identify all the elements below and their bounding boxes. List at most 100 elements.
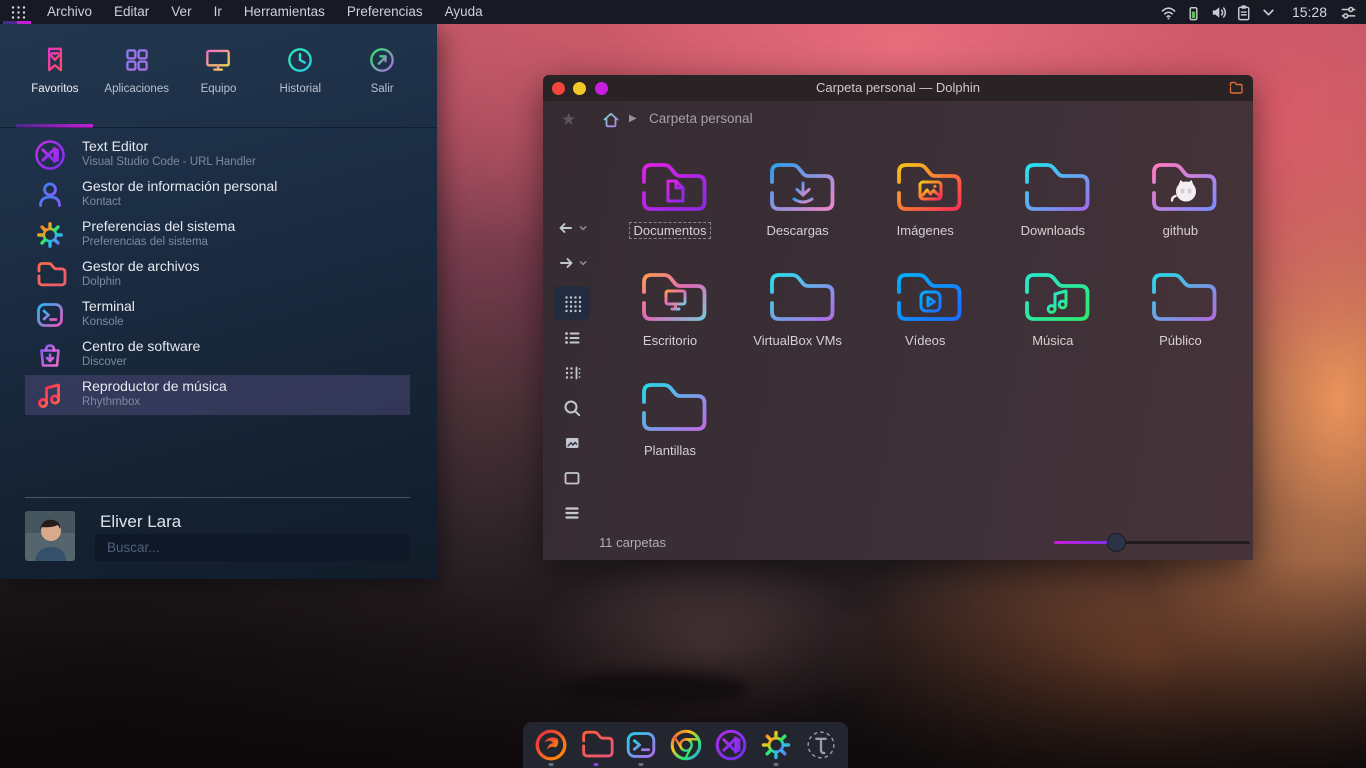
menu-icon-glyph — [562, 503, 582, 523]
clock[interactable]: 15:28 — [1292, 4, 1327, 20]
menu-herramientas[interactable]: Herramientas — [233, 0, 336, 24]
app-subtitle: Rhythmbox — [82, 396, 140, 408]
avatar[interactable] — [25, 511, 75, 561]
contacts-icon — [33, 178, 67, 212]
clipboard-icon-glyph — [1234, 3, 1253, 22]
app-grid-icon — [121, 44, 153, 76]
files-icon[interactable] — [573, 722, 618, 768]
launcher-grid-icon[interactable] — [0, 0, 36, 24]
tab-salir[interactable]: Salir — [341, 32, 423, 128]
menubar-items: ArchivoEditarVerIrHerramientasPreferenci… — [36, 0, 494, 24]
folder-label: Downloads — [1016, 222, 1090, 239]
tab-favoritos[interactable]: Favoritos — [14, 32, 96, 128]
window-titlebar[interactable]: Carpeta personal — Dolphin — [543, 75, 1253, 101]
folder-escritorio[interactable]: Escritorio — [606, 265, 734, 369]
running-indicator — [773, 763, 778, 766]
running-indicator — [638, 763, 643, 766]
home-glyph — [601, 110, 621, 130]
folder-icon — [632, 265, 708, 327]
tweaks-icon[interactable] — [1338, 2, 1358, 22]
breadcrumb[interactable]: Carpeta personal — [649, 111, 753, 126]
zoom-slider[interactable] — [1054, 541, 1250, 545]
menu-archivo[interactable]: Archivo — [36, 0, 103, 24]
window-app-icon — [1228, 80, 1244, 96]
running-indicator — [548, 763, 553, 766]
app-subtitle: Preferencias del sistema — [82, 236, 208, 248]
folder-icon — [1015, 155, 1091, 217]
music-player-icon — [33, 378, 67, 412]
folder-icon — [887, 155, 963, 217]
folder-v-deos[interactable]: Vídeos — [861, 265, 989, 369]
forward-icon-glyph — [556, 253, 576, 273]
tab-historial[interactable]: Historial — [259, 32, 341, 128]
back-icon-glyph — [556, 218, 576, 238]
tab-aplicaciones[interactable]: Aplicaciones — [96, 32, 178, 128]
settings-dock-icon[interactable] — [753, 722, 798, 768]
search-icon[interactable] — [543, 396, 600, 420]
compact-view-icon[interactable] — [543, 361, 600, 385]
app-title: Terminal — [82, 298, 135, 314]
menu-ayuda[interactable]: Ayuda — [434, 0, 494, 24]
window-title: Carpeta personal — Dolphin — [543, 75, 1253, 101]
folder-descargas[interactable]: Descargas — [734, 155, 862, 259]
app-subtitle: Kontact — [82, 196, 121, 208]
split-view-icon-glyph — [562, 468, 582, 488]
files-icon-glyph — [577, 726, 615, 764]
running-indicator — [593, 763, 598, 766]
konsole-icon[interactable] — [618, 722, 663, 768]
statusbar: 11 carpetas — [543, 526, 1253, 560]
leave-icon — [366, 44, 398, 76]
menu-icon[interactable] — [543, 501, 600, 525]
menu-editar[interactable]: Editar — [103, 0, 160, 24]
folder-virtualbox-vms[interactable]: VirtualBox VMs — [734, 265, 862, 369]
app-item-preferencias-del-sistema[interactable]: Preferencias del sistema Preferencias de… — [25, 215, 410, 255]
firefox-icon[interactable] — [528, 722, 573, 768]
menu-ver[interactable]: Ver — [160, 0, 202, 24]
app-item-kontact[interactable]: Gestor de información personal Kontact — [25, 175, 410, 215]
folder-github[interactable]: github — [1116, 155, 1244, 259]
icons-view-icon[interactable] — [543, 291, 600, 315]
folder-im-genes[interactable]: Imágenes — [861, 155, 989, 259]
settings-dock-icon-glyph — [757, 726, 795, 764]
app-title: Preferencias del sistema — [82, 218, 235, 234]
home-icon[interactable] — [601, 110, 621, 130]
latte-dock-icon[interactable] — [798, 722, 843, 768]
bookmark-star-icon[interactable]: ★ — [561, 110, 576, 130]
tab-equipo[interactable]: Equipo — [178, 32, 260, 128]
folder-p-blico[interactable]: Público — [1116, 265, 1244, 369]
split-view-icon[interactable] — [543, 466, 600, 490]
back-icon[interactable] — [543, 216, 600, 240]
volume-icon[interactable] — [1209, 2, 1229, 22]
folder-label: Descargas — [762, 222, 834, 239]
forward-icon[interactable] — [543, 251, 600, 275]
app-item-dolphin[interactable]: Gestor de archivos Dolphin — [25, 255, 410, 295]
network-wifi-icon[interactable] — [1159, 2, 1179, 22]
app-item-rhythmbox[interactable]: Reproductor de música Rhythmbox — [25, 375, 410, 415]
chevron-down-icon[interactable] — [1259, 2, 1279, 22]
preview-icon[interactable] — [543, 431, 600, 455]
user-name: Eliver Lara — [100, 512, 181, 532]
folder-icon — [760, 155, 836, 217]
breadcrumb-caret-icon: ▶ — [629, 113, 637, 124]
folder-plantillas[interactable]: Plantillas — [606, 375, 734, 479]
app-item-konsole[interactable]: Terminal Konsole — [25, 295, 410, 335]
details-view-icon[interactable] — [543, 326, 600, 350]
battery-icon[interactable] — [1184, 2, 1204, 22]
vscode-dock-icon[interactable] — [708, 722, 753, 768]
app-item-visual-studio-code-url-handler[interactable]: Text Editor Visual Studio Code - URL Han… — [25, 135, 410, 175]
clipboard-icon[interactable] — [1234, 2, 1254, 22]
menu-ir[interactable]: Ir — [203, 0, 233, 24]
folder-icon — [760, 265, 836, 327]
app-item-discover[interactable]: Centro de software Discover — [25, 335, 410, 375]
zoom-slider-handle[interactable] — [1107, 533, 1126, 552]
menu-preferencias[interactable]: Preferencias — [336, 0, 434, 24]
computer-icon — [202, 44, 234, 76]
folder-documentos[interactable]: Documentos — [606, 155, 734, 259]
folder-m-sica[interactable]: Música — [989, 265, 1117, 369]
folder-icon — [1142, 155, 1218, 217]
preview-icon-glyph — [562, 433, 582, 453]
folder-downloads[interactable]: Downloads — [989, 155, 1117, 259]
app-title: Gestor de información personal — [82, 178, 277, 194]
chrome-icon[interactable] — [663, 722, 708, 768]
search-input[interactable] — [95, 534, 410, 561]
